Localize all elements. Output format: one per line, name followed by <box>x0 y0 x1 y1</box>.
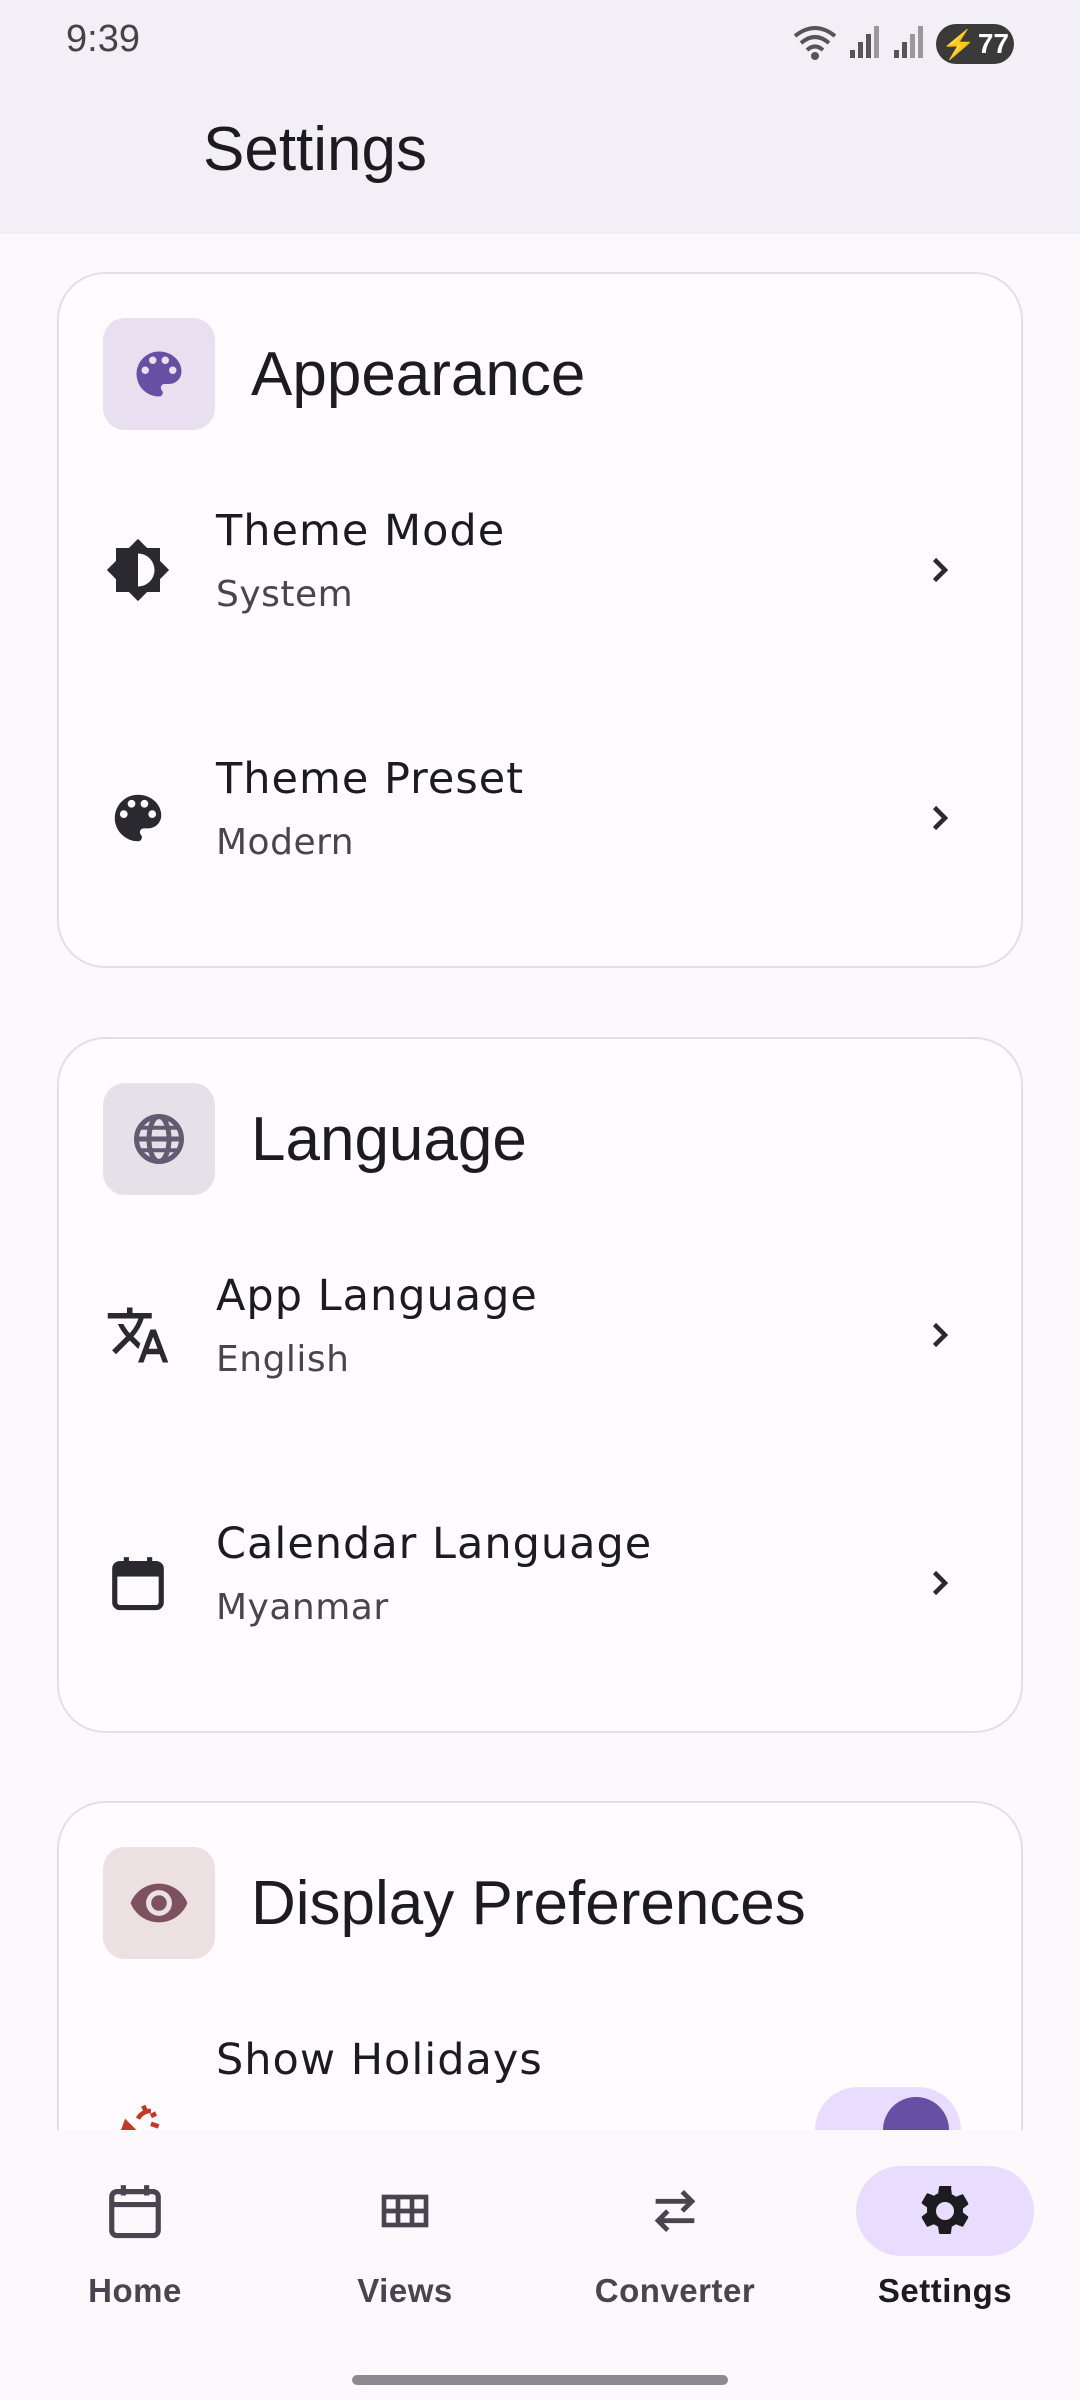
palette-icon <box>103 783 173 853</box>
theme-mode-row[interactable]: Theme Mode System <box>59 470 1021 670</box>
top-app-bar: 9:39 ⚡ 77 Settings <box>0 0 1080 234</box>
palette-icon <box>103 318 215 430</box>
nav-views[interactable]: Views <box>295 2166 515 2356</box>
gear-icon <box>856 2166 1034 2256</box>
chevron-right-icon <box>917 548 961 592</box>
settings-list[interactable]: Appearance Theme Mode System Theme Prese… <box>0 234 1080 2130</box>
battery-indicator: ⚡ 77 <box>936 24 1014 64</box>
row-value: English <box>216 1339 350 1380</box>
row-title: App Language <box>216 1271 538 1321</box>
section-title: Language <box>251 1104 527 1174</box>
nav-converter[interactable]: Converter <box>565 2166 785 2356</box>
section-title: Appearance <box>251 339 586 409</box>
home-indicator[interactable] <box>352 2375 728 2385</box>
celebration-icon <box>103 2094 173 2130</box>
row-text: Theme Mode System <box>216 506 505 615</box>
row-text: Theme Preset Modern <box>216 754 524 863</box>
app-language-row[interactable]: App Language English <box>59 1235 1021 1435</box>
display-preferences-card: Display Preferences Show Holidays <box>57 1801 1023 2130</box>
calendar-icon <box>46 2166 224 2256</box>
section-title: Display Preferences <box>251 1868 806 1938</box>
card-header: Display Preferences <box>103 1847 806 1959</box>
battery-level: 77 <box>977 28 1010 59</box>
nav-label: Settings <box>877 2272 1013 2309</box>
signal-icon <box>892 24 926 64</box>
row-title: Show Holidays <box>216 2035 543 2085</box>
status-icons: ⚡ 77 <box>792 22 1014 66</box>
swap-icon <box>586 2166 764 2256</box>
nav-home[interactable]: Home <box>25 2166 245 2356</box>
status-time: 9:39 <box>66 18 140 60</box>
row-value: Myanmar <box>216 1587 389 1628</box>
nav-label: Views <box>357 2272 453 2309</box>
wifi-icon <box>792 22 838 66</box>
row-value: System <box>216 574 354 615</box>
chevron-right-icon <box>917 796 961 840</box>
row-title: Calendar Language <box>216 1519 653 1569</box>
calendar-icon <box>103 1548 173 1618</box>
calendar-language-row[interactable]: Calendar Language Myanmar <box>59 1483 1021 1683</box>
show-holidays-row[interactable]: Show Holidays <box>59 1999 1021 2130</box>
eye-icon <box>103 1847 215 1959</box>
brightness-icon <box>103 535 173 605</box>
signal-icon <box>848 24 882 64</box>
row-title: Theme Preset <box>216 754 525 804</box>
language-card: Language App Language English Calendar L… <box>57 1037 1023 1733</box>
row-text: Show Holidays <box>216 2035 543 2085</box>
page-title: Settings <box>203 115 428 184</box>
nav-label: Converter <box>594 2272 756 2309</box>
bolt-icon: ⚡ <box>940 28 976 60</box>
chevron-right-icon <box>917 1561 961 1605</box>
nav-settings[interactable]: Settings <box>835 2166 1055 2356</box>
row-text: App Language English <box>216 1271 538 1380</box>
row-value: Modern <box>216 822 355 863</box>
card-header: Language <box>103 1083 527 1195</box>
bottom-navigation: Home Views Converter Settings <box>0 2130 1080 2400</box>
globe-icon <box>103 1083 215 1195</box>
switch-thumb <box>883 2097 949 2130</box>
chevron-right-icon <box>917 1313 961 1357</box>
translate-icon <box>103 1300 173 1370</box>
row-title: Theme Mode <box>216 506 506 556</box>
card-header: Appearance <box>103 318 585 430</box>
row-text: Calendar Language Myanmar <box>216 1519 652 1628</box>
grid-icon <box>316 2166 494 2256</box>
theme-preset-row[interactable]: Theme Preset Modern <box>59 718 1021 918</box>
nav-label: Home <box>88 2272 182 2309</box>
show-holidays-switch[interactable] <box>815 2087 961 2130</box>
appearance-card: Appearance Theme Mode System Theme Prese… <box>57 272 1023 968</box>
